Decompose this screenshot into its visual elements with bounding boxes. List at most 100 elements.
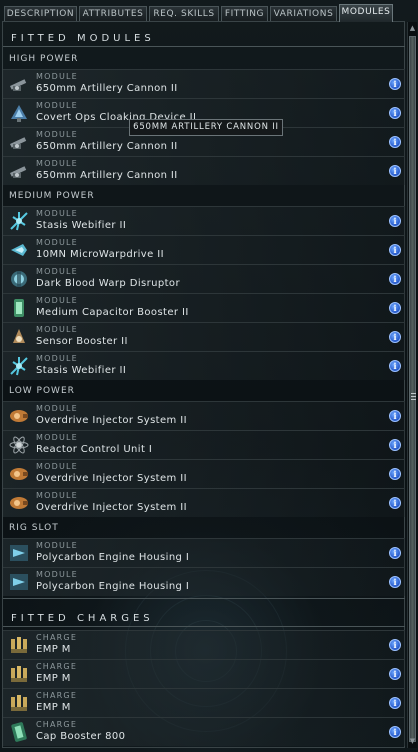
fitted-modules-section: FITTED MODULES	[3, 33, 405, 47]
info-icon[interactable]: i	[389, 273, 401, 285]
reactor-icon	[7, 433, 31, 457]
module-row[interactable]: MODULE 10MN MicroWarpdrive II i	[3, 235, 405, 264]
tab-variations[interactable]: VARIATIONS	[270, 6, 337, 21]
item-kind: MODULE	[36, 462, 78, 471]
module-row[interactable]: MODULE Reactor Control Unit I i	[3, 430, 405, 459]
section-title: FITTED CHARGES	[11, 613, 154, 624]
scrollbar[interactable]: ▲ ▼	[407, 22, 417, 748]
webifier-icon	[7, 209, 31, 233]
info-icon[interactable]: i	[389, 360, 401, 372]
info-icon[interactable]: i	[389, 215, 401, 227]
charge-row[interactable]: CHARGE EMP M i	[3, 688, 405, 717]
artillery-icon	[7, 130, 31, 154]
tab-bar: DESCRIPTION ATTRIBUTES REQ. SKILLS FITTI…	[0, 0, 418, 22]
info-icon[interactable]: i	[389, 468, 401, 480]
ammo-icon	[7, 691, 31, 715]
scrollbar-thumb[interactable]	[409, 36, 416, 742]
item-kind: CHARGE	[36, 662, 78, 671]
item-name: Dark Blood Warp Disruptor	[36, 278, 180, 289]
module-row[interactable]: MODULE Overdrive Injector System II i	[3, 459, 405, 488]
rig-icon	[7, 541, 31, 565]
charge-row[interactable]: CHARGE EMP M i	[3, 659, 405, 688]
tooltip: 650MM ARTILLERY CANNON II	[129, 119, 283, 136]
item-kind: CHARGE	[36, 720, 78, 729]
divider	[3, 626, 405, 627]
info-icon[interactable]: i	[389, 668, 401, 680]
info-icon[interactable]: i	[389, 576, 401, 588]
microwarpdrive-icon	[7, 238, 31, 262]
info-icon[interactable]: i	[389, 547, 401, 559]
item-name: Medium Capacitor Booster II	[36, 307, 189, 318]
info-icon[interactable]: i	[389, 697, 401, 709]
item-kind: MODULE	[36, 433, 78, 442]
module-row[interactable]: MODULE Sensor Booster II i	[3, 322, 405, 351]
item-kind: MODULE	[36, 238, 78, 247]
capacitor-booster-icon	[7, 296, 31, 320]
module-row[interactable]: MODULE Polycarbon Engine Housing I i	[3, 538, 405, 567]
cap-booster-charge-icon	[7, 720, 31, 744]
module-row[interactable]: MODULE 650mm Artillery Cannon II i	[3, 156, 405, 185]
info-icon[interactable]: i	[389, 78, 401, 90]
item-name: Cap Booster 800	[36, 731, 126, 742]
info-icon[interactable]: i	[389, 410, 401, 422]
module-row[interactable]: MODULE Overdrive Injector System II i	[3, 401, 405, 430]
item-name: Sensor Booster II	[36, 336, 128, 347]
module-row[interactable]: MODULE Medium Capacitor Booster II i	[3, 293, 405, 322]
item-kind: MODULE	[36, 354, 78, 363]
module-row[interactable]: MODULE 650mm Artillery Cannon II i	[3, 69, 405, 98]
info-icon[interactable]: i	[389, 244, 401, 256]
item-kind: MODULE	[36, 72, 78, 81]
tab-modules[interactable]: MODULES	[339, 4, 393, 22]
section-title: FITTED MODULES	[11, 33, 155, 44]
rig-icon	[7, 570, 31, 594]
item-kind: MODULE	[36, 267, 78, 276]
charge-row[interactable]: CHARGE Cap Booster 800 i	[3, 717, 405, 746]
info-icon[interactable]: i	[389, 331, 401, 343]
info-icon[interactable]: i	[389, 302, 401, 314]
charge-row[interactable]: CHARGE EMP M i	[3, 630, 405, 659]
item-name: Reactor Control Unit I	[36, 444, 153, 455]
info-icon[interactable]: i	[389, 165, 401, 177]
module-row[interactable]: MODULE Overdrive Injector System II i	[3, 488, 405, 517]
fitted-charges-section: FITTED CHARGES	[3, 598, 405, 627]
module-row[interactable]: MODULE Stasis Webifier II i	[3, 351, 405, 380]
artillery-icon	[7, 72, 31, 96]
item-name: 650mm Artillery Cannon II	[36, 170, 178, 181]
info-icon[interactable]: i	[389, 726, 401, 738]
info-icon[interactable]: i	[389, 439, 401, 451]
overdrive-icon	[7, 491, 31, 515]
module-row[interactable]: MODULE Dark Blood Warp Disruptor i	[3, 264, 405, 293]
cloak-icon	[7, 101, 31, 125]
item-kind: MODULE	[36, 570, 78, 579]
group-label-low-power: LOW POWER	[9, 386, 75, 396]
item-kind: MODULE	[36, 325, 78, 334]
info-icon[interactable]: i	[389, 497, 401, 509]
item-name: 10MN MicroWarpdrive II	[36, 249, 164, 260]
module-row[interactable]: MODULE Polycarbon Engine Housing I i	[3, 567, 405, 596]
overdrive-icon	[7, 404, 31, 428]
info-icon[interactable]: i	[389, 639, 401, 651]
divider	[3, 46, 405, 47]
tab-description[interactable]: DESCRIPTION	[4, 6, 77, 21]
tab-req-skills[interactable]: REQ. SKILLS	[149, 6, 219, 21]
info-icon[interactable]: i	[389, 136, 401, 148]
item-name: Stasis Webifier II	[36, 365, 127, 376]
tab-attributes[interactable]: ATTRIBUTES	[79, 6, 147, 21]
item-name: Polycarbon Engine Housing I	[36, 581, 190, 592]
ammo-icon	[7, 633, 31, 657]
item-kind: MODULE	[36, 209, 78, 218]
module-row[interactable]: MODULE Stasis Webifier II i	[3, 206, 405, 235]
group-label-high-power: HIGH POWER	[9, 54, 79, 64]
scroll-down-arrow-icon[interactable]: ▼	[408, 737, 417, 746]
scroll-up-arrow-icon[interactable]: ▲	[408, 24, 417, 33]
group-label-medium-power: MEDIUM POWER	[9, 191, 95, 201]
item-kind: MODULE	[36, 491, 78, 500]
tab-fitting[interactable]: FITTING	[221, 6, 268, 21]
item-name: Polycarbon Engine Housing I	[36, 552, 190, 563]
sensor-booster-icon	[7, 325, 31, 349]
webifier-icon	[7, 354, 31, 378]
item-kind: MODULE	[36, 101, 78, 110]
info-icon[interactable]: i	[389, 107, 401, 119]
artillery-icon	[7, 159, 31, 183]
overdrive-icon	[7, 462, 31, 486]
